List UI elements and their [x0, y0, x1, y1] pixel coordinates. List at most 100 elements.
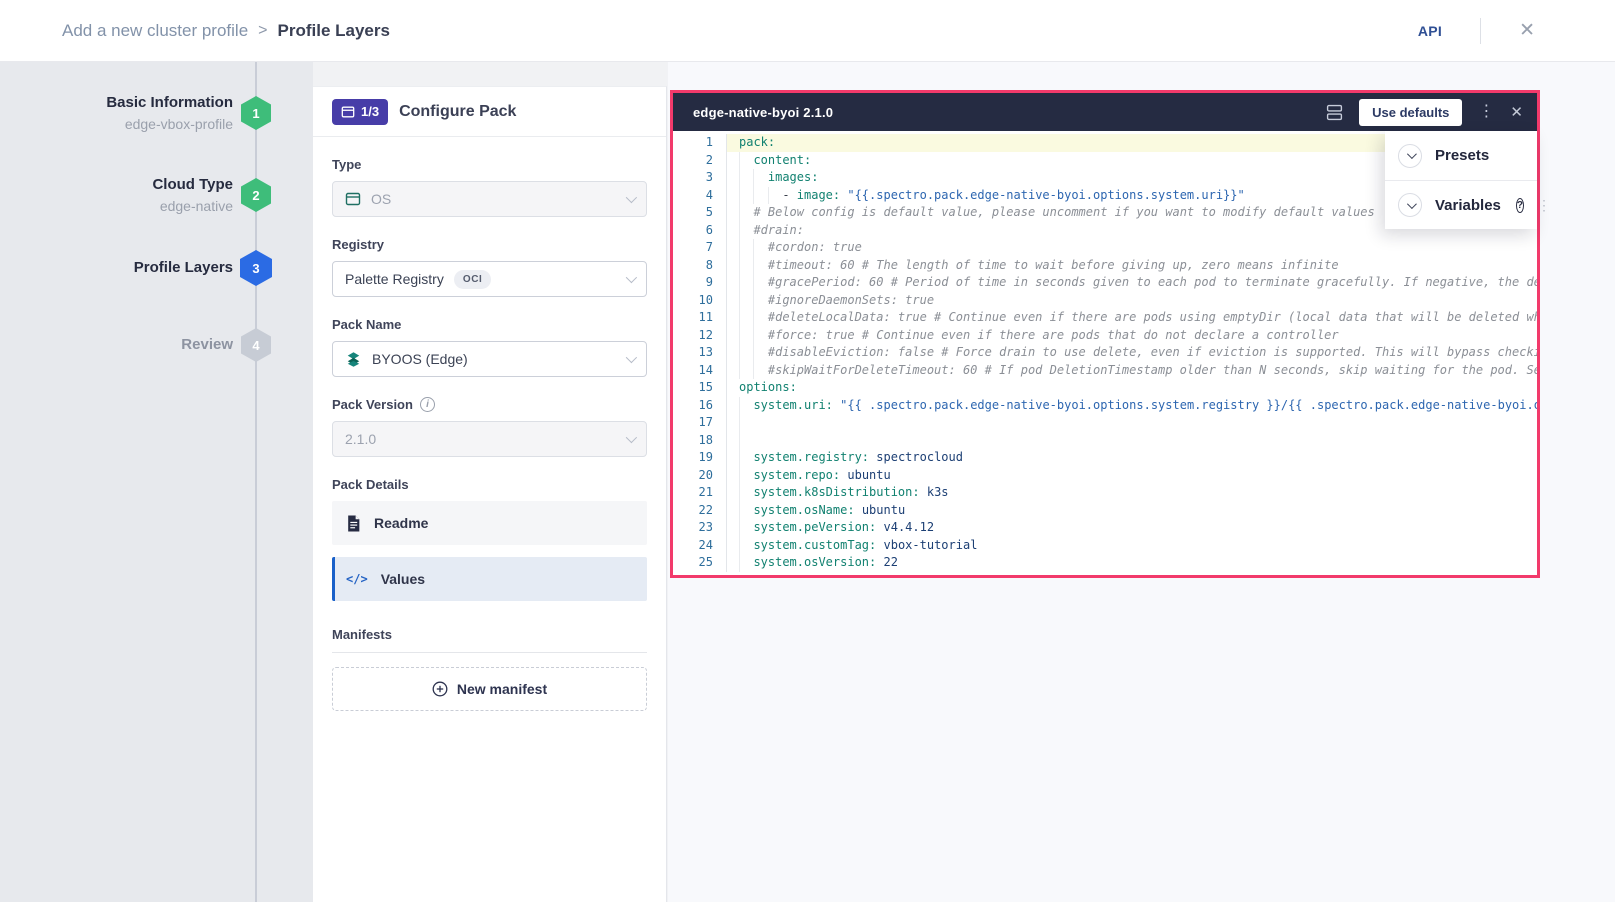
line-number: 9 — [673, 274, 727, 292]
byoos-pack-icon — [345, 351, 362, 368]
code-line[interactable]: 12#force: true # Continue even if there … — [673, 327, 1537, 345]
os-window-icon — [345, 191, 361, 207]
main-area: Basic Informationedge-vbox-profile1Cloud… — [0, 62, 1615, 902]
presets-chevron-icon[interactable] — [1398, 144, 1422, 168]
values-tab-label: Values — [381, 571, 425, 587]
readme-tab-label: Readme — [374, 515, 428, 531]
editor-header: edge-native-byoi 2.1.0 Use defaults ⋮ ✕ — [673, 93, 1537, 131]
code-line[interactable]: 21system.k8sDistribution: k3s — [673, 484, 1537, 502]
line-number: 16 — [673, 397, 727, 415]
api-link[interactable]: API — [1418, 23, 1442, 39]
code-icon: </> — [346, 572, 368, 586]
manifests-label: Manifests — [332, 627, 647, 642]
pack-version-label: Pack Version i — [332, 397, 647, 412]
chevron-down-icon — [626, 192, 637, 203]
pack-step-badge: 1/3 — [332, 99, 388, 125]
line-number: 13 — [673, 344, 727, 362]
line-number: 6 — [673, 222, 727, 240]
line-number: 20 — [673, 467, 727, 485]
line-number: 17 — [673, 414, 727, 432]
plus-circle-icon — [432, 681, 448, 697]
editor-close-icon[interactable]: ✕ — [1510, 105, 1523, 120]
code-line[interactable]: 11#deleteLocalData: true # Continue even… — [673, 309, 1537, 327]
registry-value: Palette Registry — [345, 271, 444, 287]
pack-details-label: Pack Details — [332, 477, 647, 492]
readme-tab[interactable]: Readme — [332, 501, 647, 545]
step-title: Review — [181, 334, 233, 356]
code-line[interactable]: 22system.osName: ubuntu — [673, 502, 1537, 520]
chevron-down-icon — [626, 432, 637, 443]
readme-doc-icon — [346, 515, 361, 532]
line-number: 12 — [673, 327, 727, 345]
configure-pack-header: 1/3 Configure Pack — [313, 87, 666, 137]
stepper-sidebar: Basic Informationedge-vbox-profile1Cloud… — [0, 62, 313, 902]
breadcrumb-parent[interactable]: Add a new cluster profile — [62, 21, 248, 41]
new-manifest-button[interactable]: New manifest — [332, 667, 647, 711]
breadcrumb-current: Profile Layers — [278, 21, 390, 41]
type-value: OS — [371, 191, 391, 207]
top-header: Add a new cluster profile > Profile Laye… — [0, 0, 1615, 62]
configure-pack-title: Configure Pack — [399, 103, 516, 121]
code-line[interactable]: 8#timeout: 60 # The length of time to wa… — [673, 257, 1537, 275]
use-defaults-button[interactable]: Use defaults — [1359, 99, 1462, 126]
close-wizard-icon[interactable]: ✕ — [1519, 21, 1535, 40]
line-number: 18 — [673, 432, 727, 450]
step-title: Cloud Type — [152, 174, 233, 196]
step-hexagon: 1 — [241, 96, 271, 130]
pack-name-select[interactable]: BYOOS (Edge) — [332, 341, 647, 377]
expand-editor-icon[interactable] — [1326, 104, 1343, 121]
code-line[interactable]: 18 — [673, 432, 1537, 450]
presets-row[interactable]: Presets — [1385, 131, 1537, 180]
info-icon[interactable]: i — [420, 397, 435, 412]
mid-strip — [313, 62, 667, 86]
line-number: 25 — [673, 554, 727, 572]
code-line[interactable]: 23system.peVersion: v4.4.12 — [673, 519, 1537, 537]
line-number: 21 — [673, 484, 727, 502]
pack-step-count: 1/3 — [361, 104, 379, 119]
help-icon[interactable]: ? — [1516, 198, 1524, 213]
code-line[interactable]: 14#skipWaitForDeleteTimeout: 60 # If pod… — [673, 362, 1537, 380]
variables-row[interactable]: Variables ? ⋮ — [1385, 180, 1537, 229]
editor-title: edge-native-byoi 2.1.0 — [693, 105, 833, 120]
code-line[interactable]: 16system.uri: "{{ .spectro.pack.edge-nat… — [673, 397, 1537, 415]
line-number: 23 — [673, 519, 727, 537]
line-number: 11 — [673, 309, 727, 327]
code-line[interactable]: 7#cordon: true — [673, 239, 1537, 257]
pack-version-label-text: Pack Version — [332, 397, 413, 412]
header-divider — [1480, 18, 1481, 44]
pack-version-select[interactable]: 2.1.0 — [332, 421, 647, 457]
line-number: 14 — [673, 362, 727, 380]
code-line[interactable]: 24system.customTag: vbox-tutorial — [673, 537, 1537, 555]
code-line[interactable]: 15options: — [673, 379, 1537, 397]
step-title: Basic Information — [106, 92, 233, 114]
code-line[interactable]: 19system.registry: spectrocloud — [673, 449, 1537, 467]
manifests-divider — [332, 652, 647, 653]
registry-label: Registry — [332, 237, 647, 252]
code-line[interactable]: 9#gracePeriod: 60 # Period of time in se… — [673, 274, 1537, 292]
pack-version-value: 2.1.0 — [345, 431, 376, 447]
code-line[interactable]: 20system.repo: ubuntu — [673, 467, 1537, 485]
variables-menu-icon[interactable]: ⋮ — [1537, 198, 1551, 212]
variables-chevron-icon[interactable] — [1398, 193, 1422, 217]
configure-pack-panel: 1/3 Configure Pack Type OS Registry Pale… — [313, 86, 667, 902]
pack-name-label: Pack Name — [332, 317, 647, 332]
editor-menu-icon[interactable]: ⋮ — [1478, 104, 1494, 120]
code-line[interactable]: 25system.osVersion: 22 — [673, 554, 1537, 572]
code-line[interactable]: 13#disableEviction: false # Force drain … — [673, 344, 1537, 362]
step-hexagon: 4 — [241, 328, 271, 362]
type-select[interactable]: OS — [332, 181, 647, 217]
chevron-down-icon — [626, 272, 637, 283]
step-hexagon: 3 — [240, 250, 272, 286]
registry-select[interactable]: Palette Registry OCI — [332, 261, 647, 297]
values-tab[interactable]: </> Values — [332, 557, 647, 601]
code-line[interactable]: 10#ignoreDaemonSets: true — [673, 292, 1537, 310]
line-number: 2 — [673, 152, 727, 170]
pack-name-value: BYOOS (Edge) — [372, 351, 468, 367]
oci-badge: OCI — [454, 270, 492, 289]
variables-label: Variables — [1435, 197, 1501, 214]
step-title: Profile Layers — [134, 257, 233, 279]
window-icon — [341, 105, 355, 119]
line-number: 22 — [673, 502, 727, 520]
code-line[interactable]: 17 — [673, 414, 1537, 432]
line-number: 3 — [673, 169, 727, 187]
